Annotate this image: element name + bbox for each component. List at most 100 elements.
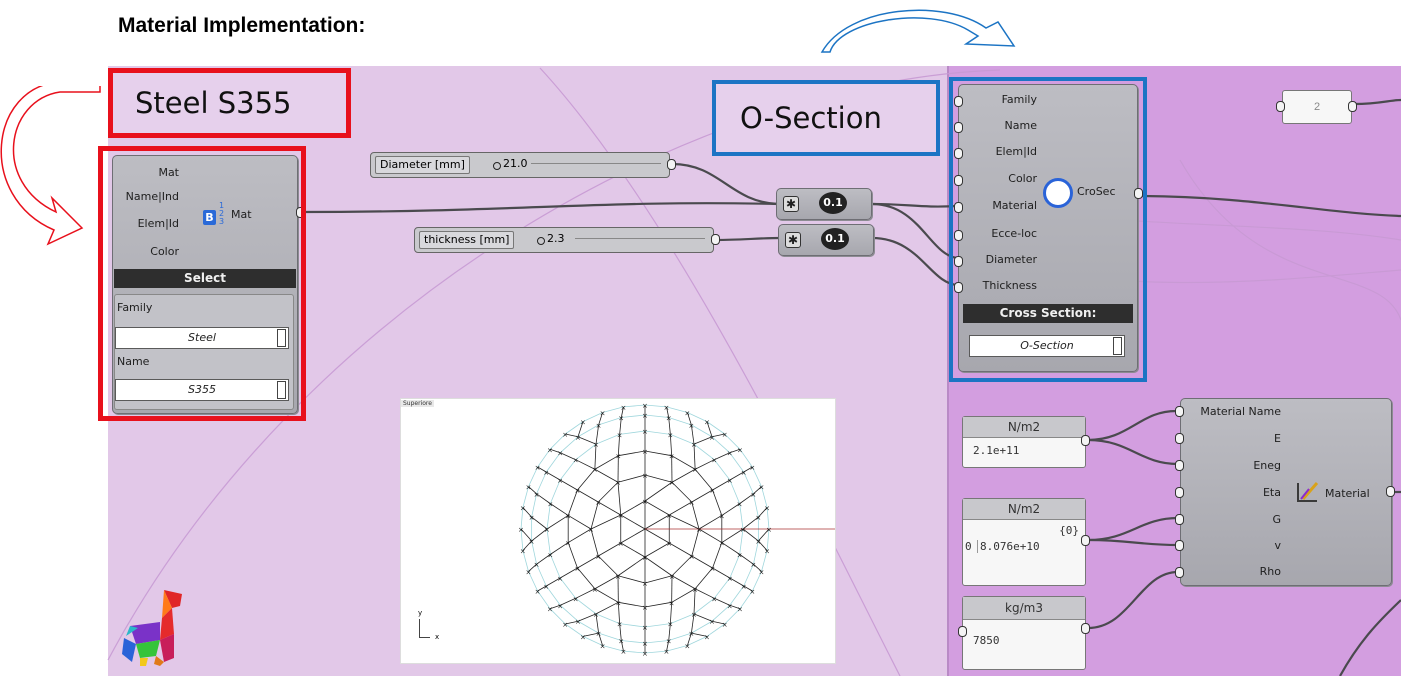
output-port[interactable] — [1081, 535, 1090, 546]
input-port[interactable] — [1276, 101, 1285, 112]
output-port[interactable] — [1348, 101, 1357, 112]
dome-edge — [617, 474, 646, 483]
input-port[interactable] — [1175, 487, 1184, 498]
dome-node: × — [642, 412, 648, 420]
dome-node: × — [667, 621, 673, 629]
input-port[interactable] — [954, 148, 963, 159]
slider-handle[interactable] — [493, 162, 501, 170]
value-panel[interactable]: N/m2 2.1e+11 — [962, 416, 1086, 468]
dome-node: × — [737, 606, 743, 614]
output-port[interactable] — [1081, 435, 1090, 446]
dome-node: × — [749, 588, 755, 596]
dome-node: × — [722, 431, 728, 439]
number-panel[interactable]: 2 — [1282, 90, 1352, 124]
input-port[interactable] — [954, 230, 963, 241]
section-callout: O-Section — [712, 80, 940, 156]
input-label: E — [1274, 432, 1281, 445]
dome-node: × — [557, 477, 563, 485]
dome-node: × — [565, 512, 571, 520]
dome-node: × — [766, 526, 772, 534]
dome-node: × — [543, 469, 549, 477]
dome-node: × — [667, 431, 673, 439]
value-panel[interactable]: kg/m3 7850 — [962, 596, 1086, 670]
dome-node: × — [710, 565, 716, 573]
dome-node: × — [580, 633, 586, 641]
slider-handle[interactable] — [537, 237, 545, 245]
dome-node: × — [741, 583, 747, 591]
axis-widget — [419, 619, 430, 638]
input-port[interactable] — [1175, 567, 1184, 578]
material-component[interactable]: Material Name E Eneg Eta G v Rho Materia… — [1180, 398, 1392, 586]
dome-node: × — [642, 640, 648, 648]
multiply-component[interactable]: ✱ 0.1 — [776, 188, 872, 220]
dome-node: × — [737, 446, 743, 454]
input-label: v — [1274, 539, 1281, 552]
dome-node: × — [596, 630, 602, 638]
dome-node: × — [600, 643, 606, 651]
input-port[interactable] — [1175, 406, 1184, 417]
dome-edge — [669, 514, 700, 530]
dome-node: × — [615, 453, 621, 461]
dome-node: × — [666, 540, 672, 548]
dome-edge — [644, 601, 672, 608]
input-port[interactable] — [1175, 433, 1184, 444]
panel-value: 2.1e+11 — [973, 444, 1020, 457]
diameter-slider[interactable]: Diameter [mm] 21.0 — [370, 152, 670, 178]
dome-node: × — [727, 477, 733, 485]
material-icon — [1297, 482, 1319, 502]
dome-node: × — [669, 479, 675, 487]
panel-value: 7850 — [973, 634, 1000, 647]
dome-node: × — [642, 448, 648, 456]
dome-geometry: × × × × × × × × × × × × × × × × × × × × × × × × × × × × × × × × × × × × × × × ×… — [518, 402, 835, 658]
input-label: Material Name — [1200, 405, 1281, 418]
output-port[interactable] — [1081, 623, 1090, 634]
input-port[interactable] — [1175, 540, 1184, 551]
dome-node: × — [592, 466, 598, 474]
dome-node: × — [518, 526, 524, 534]
dome-node: × — [595, 553, 601, 561]
dome-node: × — [704, 419, 710, 427]
input-port[interactable] — [954, 175, 963, 186]
dome-node: × — [642, 650, 648, 658]
slider-name: Diameter [mm] — [375, 156, 470, 174]
dome-node: × — [595, 499, 601, 507]
dome-node: × — [573, 595, 579, 603]
input-port[interactable] — [1175, 514, 1184, 525]
rhino-viewport[interactable]: Superiore × × × × × × × × × × × × × × × × × × × × × × × × × × × × × ×… — [400, 398, 836, 664]
dome-node: × — [689, 499, 695, 507]
panel-header: kg/m3 — [963, 597, 1085, 620]
output-port[interactable] — [667, 159, 676, 170]
slider-track[interactable] — [531, 163, 661, 164]
dome-node: × — [666, 414, 672, 422]
dome-node: × — [575, 434, 581, 442]
dome-node: × — [593, 441, 599, 449]
dome-node: × — [741, 469, 747, 477]
multiply-component[interactable]: ✱ 0.1 — [778, 224, 874, 256]
dome-node: × — [618, 540, 624, 548]
output-port[interactable] — [1386, 486, 1395, 497]
dome-node: × — [711, 595, 717, 603]
slider-track[interactable] — [575, 238, 705, 239]
dome-node: × — [547, 606, 553, 614]
input-port[interactable] — [954, 96, 963, 107]
panel-header: N/m2 — [963, 417, 1085, 438]
multiply-icon: ✱ — [783, 196, 799, 212]
dome-node: × — [719, 540, 725, 548]
axis-y-label: y — [418, 609, 423, 617]
input-port[interactable] — [958, 626, 967, 637]
thickness-slider[interactable]: thickness [mm] 2.3 — [414, 227, 714, 253]
value-panel[interactable]: N/m2 {0} 0 8.076e+10 — [962, 498, 1086, 586]
input-port[interactable] — [954, 256, 963, 267]
input-port[interactable] — [954, 202, 963, 213]
dome-edge — [617, 556, 646, 577]
input-port[interactable] — [1175, 460, 1184, 471]
dome-node: × — [669, 599, 675, 607]
dome-node: × — [557, 602, 563, 610]
dome-node: × — [740, 526, 746, 534]
dome-node: × — [642, 624, 648, 632]
input-port[interactable] — [954, 282, 963, 293]
output-port[interactable] — [711, 234, 720, 245]
output-port[interactable] — [1134, 188, 1143, 199]
input-port[interactable] — [954, 122, 963, 133]
input-label: Eta — [1262, 486, 1281, 499]
